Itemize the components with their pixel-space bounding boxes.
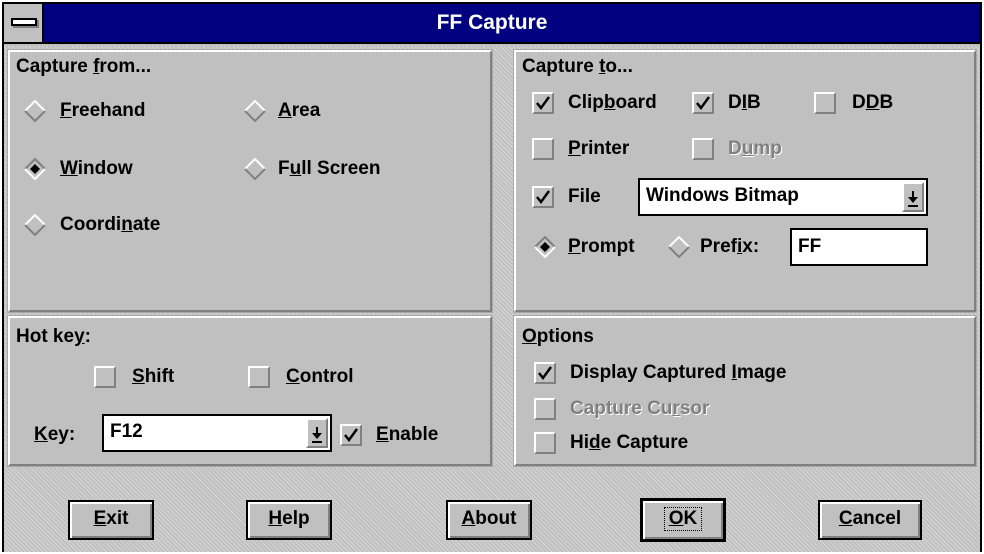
key-dropdown-button[interactable] — [306, 418, 328, 448]
dialog-client-area: Capture from... Freehand Area Window Ful… — [4, 46, 980, 552]
checkbox-hide-capture-box[interactable] — [534, 432, 556, 454]
checkbox-enable-label: Enable — [376, 424, 439, 445]
checkbox-dump-label: Dump — [728, 138, 782, 159]
radio-coordinate-label: Coordinate — [60, 214, 161, 235]
dropdown-arrow-icon — [908, 191, 918, 207]
radio-full-screen-label: Full Screen — [278, 158, 381, 179]
capture-to-title: Capture to... — [522, 56, 633, 77]
ff-capture-dialog: FF Capture Capture from... Freehand Area… — [2, 2, 982, 552]
key-label: Key: — [34, 424, 76, 445]
checkbox-hide-capture-label: Hide Capture — [570, 432, 689, 453]
options-title: Options — [522, 326, 594, 347]
window-title: FF Capture — [436, 11, 548, 34]
radio-prompt-label: Prompt — [568, 236, 635, 257]
radio-prefix-label: Prefix: — [700, 236, 760, 257]
help-button[interactable]: Help — [246, 500, 332, 540]
checkbox-dump-box — [692, 138, 714, 160]
hot-key-group: Hot key: Shift Control Key: F12 Enable — [7, 315, 493, 467]
dropdown-arrow-icon — [312, 427, 322, 443]
key-dropdown[interactable]: F12 — [102, 414, 332, 452]
checkbox-printer-label: Printer — [568, 138, 630, 159]
about-button[interactable]: About — [446, 500, 532, 540]
capture-to-group: Capture to... Clipboard DIB DDB Printer … — [513, 49, 977, 313]
radio-prompt-indicator[interactable] — [534, 236, 556, 258]
checkbox-shift-label: Shift — [132, 366, 175, 387]
checkbox-capture-cursor-box — [534, 398, 556, 420]
checkbox-control-box[interactable] — [248, 366, 270, 388]
checkbox-printer-box[interactable] — [532, 138, 554, 160]
checkbox-shift-box[interactable] — [94, 366, 116, 388]
file-format-dropdown-button[interactable] — [902, 182, 924, 212]
checkbox-clipboard-label: Clipboard — [568, 92, 657, 113]
checkbox-dib-label: DIB — [728, 92, 761, 113]
radio-prefix-indicator[interactable] — [668, 236, 690, 258]
checkbox-file-label: File — [568, 186, 601, 207]
capture-from-title: Capture from... — [16, 56, 152, 77]
radio-freehand-indicator[interactable] — [24, 100, 46, 122]
radio-window-indicator[interactable] — [24, 158, 46, 180]
capture-from-group: Capture from... Freehand Area Window Ful… — [7, 49, 493, 313]
exit-button[interactable]: Exit — [68, 500, 154, 540]
file-format-value: Windows Bitmap — [646, 185, 799, 206]
checkbox-control-label: Control — [286, 366, 354, 387]
radio-freehand-label: Freehand — [60, 100, 146, 121]
checkbox-enable-box[interactable] — [340, 424, 362, 446]
radio-window-label: Window — [60, 158, 133, 179]
hot-key-title: Hot key: — [16, 326, 91, 347]
checkbox-capture-cursor-label: Capture Cursor — [570, 398, 710, 419]
radio-area-indicator[interactable] — [244, 100, 266, 122]
options-group: Options Display Captured Image Capture C… — [513, 315, 977, 467]
radio-coordinate-indicator[interactable] — [24, 214, 46, 236]
title-bar: FF Capture — [4, 4, 980, 44]
radio-area-label: Area — [278, 100, 321, 121]
key-value: F12 — [110, 421, 143, 442]
file-format-dropdown[interactable]: Windows Bitmap — [638, 178, 928, 216]
ok-button[interactable]: OK — [640, 498, 726, 542]
checkbox-ddb-label: DDB — [852, 92, 894, 113]
checkbox-file-box[interactable] — [532, 186, 554, 208]
checkbox-display-captured-image-box[interactable] — [534, 362, 556, 384]
checkbox-ddb-box[interactable] — [814, 92, 836, 114]
ok-button-focus: OK — [663, 507, 703, 531]
prefix-input[interactable]: FF — [790, 228, 928, 266]
cancel-button[interactable]: Cancel — [818, 500, 922, 540]
checkbox-clipboard-box[interactable] — [532, 92, 554, 114]
prefix-value: FF — [798, 236, 822, 257]
checkbox-dib-box[interactable] — [692, 92, 714, 114]
checkbox-display-captured-image-label: Display Captured Image — [570, 362, 787, 383]
radio-full-screen-indicator[interactable] — [244, 158, 266, 180]
